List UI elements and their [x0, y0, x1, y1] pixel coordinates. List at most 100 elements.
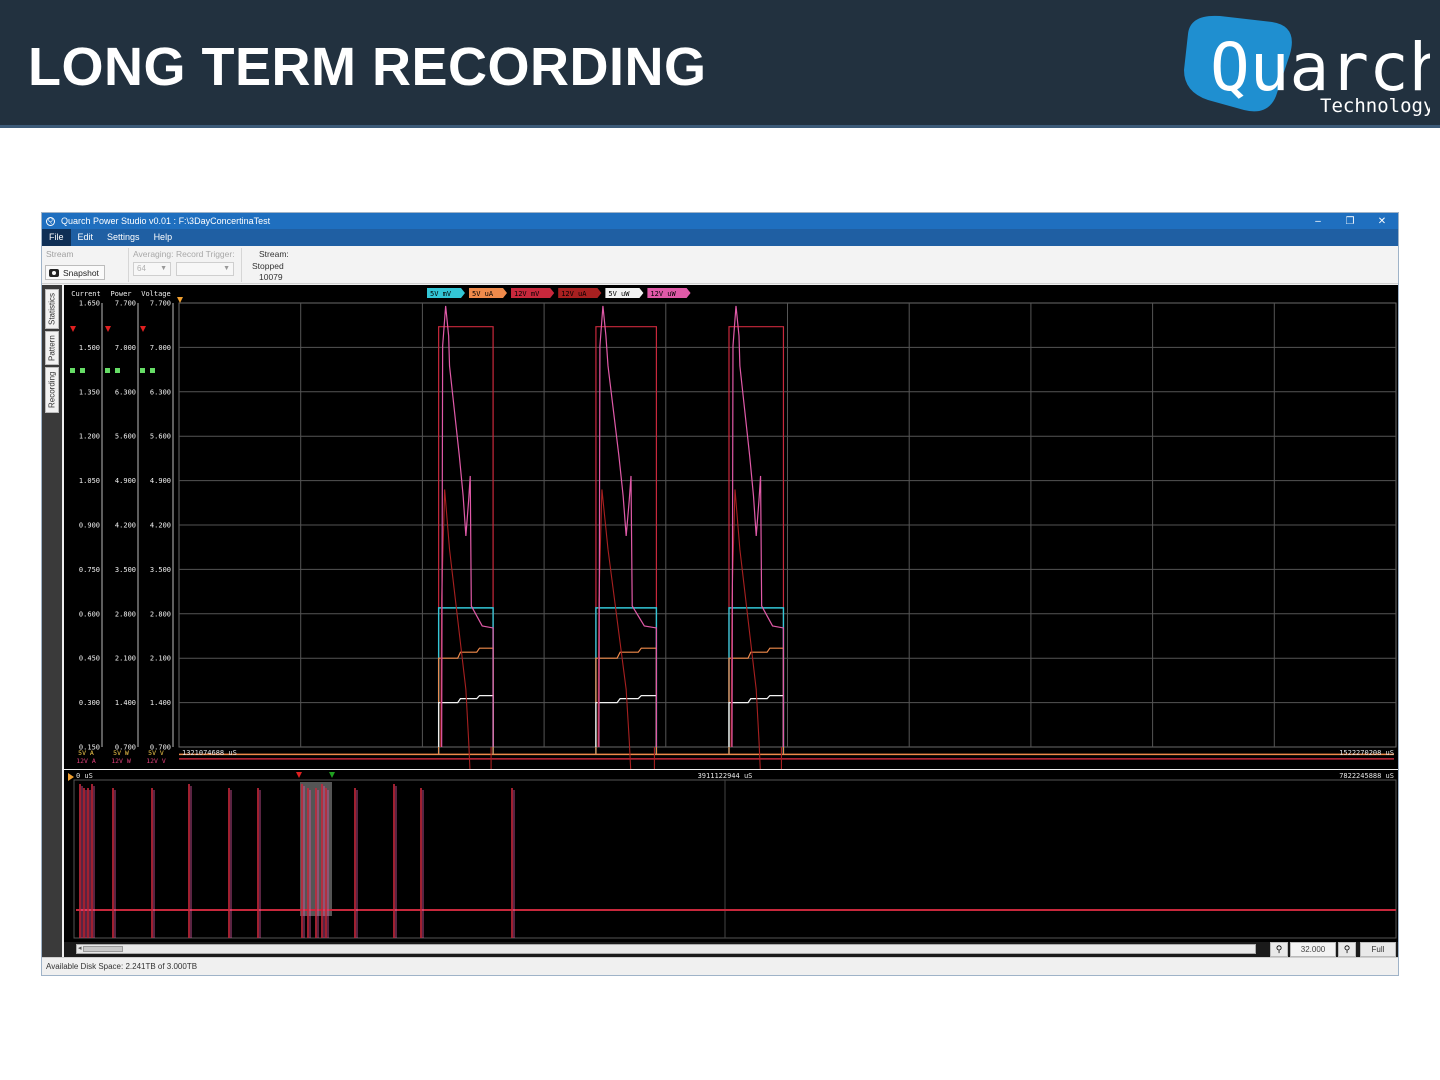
power-tick-label: 1.400 [115, 699, 136, 707]
current-tick-label: 1.350 [79, 388, 100, 396]
snapshot-label: Snapshot [63, 267, 99, 278]
camera-icon [49, 268, 59, 277]
power-unit-5v: 5V W [113, 749, 129, 757]
tab-recording[interactable]: Recording [45, 367, 59, 413]
power-tick-label: 3.500 [115, 566, 136, 574]
overview-time-mid: 3911122944 uS [698, 772, 753, 780]
current-tick-label: 1.650 [79, 300, 100, 308]
status-bar: Available Disk Space: 2.241TB of 3.000TB [42, 957, 1398, 975]
menu-file[interactable]: File [42, 229, 71, 246]
stream-status: Stopped [252, 261, 284, 271]
side-tab-strip: Statistics Pattern Recording [42, 285, 62, 957]
current-tick-label: 1.500 [79, 344, 100, 352]
snapshot-button[interactable]: Snapshot [45, 265, 105, 280]
restore-button[interactable]: ❐ [1334, 216, 1366, 227]
power-axis-title: Power [110, 290, 131, 298]
voltage-tick-label: 2.800 [150, 610, 171, 618]
overview-time-end: 7822245888 uS [1339, 772, 1394, 780]
slide-header: LONG TERM RECORDING Quarch Technology [0, 0, 1440, 128]
magnifier-icon: ⚲ [1275, 944, 1283, 954]
current-axis-title: Current [71, 290, 101, 298]
main-time-start: 1321074688 uS [182, 749, 237, 757]
toolbar-divider [241, 248, 242, 282]
power-tick-label: 4.900 [115, 477, 136, 485]
toolbar-divider [128, 248, 129, 282]
menu-help[interactable]: Help [147, 229, 180, 246]
current-channel-indicator[interactable] [70, 368, 75, 373]
power-tick-label: 4.200 [115, 522, 136, 530]
averaging-select[interactable]: 64 ▼ [133, 262, 171, 276]
voltage-tick-label: 1.400 [150, 699, 171, 707]
main-time-end: 1522270208 uS [1339, 749, 1394, 757]
zoom-full-button[interactable]: Full [1360, 942, 1396, 957]
timeline-scrollbar[interactable]: ◂ [76, 944, 1256, 954]
power-unit-12v: 12V W [111, 757, 131, 765]
power-tick-label: 6.300 [115, 388, 136, 396]
voltage-axis-title: Voltage [141, 290, 171, 298]
current-tick-label: 0.300 [79, 699, 100, 707]
averaging-value: 64 [137, 264, 146, 273]
menu-bar: File Edit Settings Help [42, 229, 1398, 246]
voltage-tick-label: 3.500 [150, 566, 171, 574]
power-tick-label: 5.600 [115, 433, 136, 441]
averaging-label: Averaging: [133, 249, 174, 259]
magnifier-icon: ⚲ [1343, 944, 1351, 954]
logo-subtext: Technology [1320, 95, 1430, 117]
current-unit-12v: 12V A [76, 757, 96, 765]
scroll-left-icon[interactable]: ◂ [78, 944, 82, 952]
stream-count: 10079 [259, 272, 283, 282]
minimize-button[interactable]: – [1302, 216, 1334, 227]
record-trigger-select[interactable]: ▼ [176, 262, 234, 276]
current-tick-label: 0.900 [79, 522, 100, 530]
voltage-channel-indicator[interactable] [150, 368, 155, 373]
app-icon: Q [46, 216, 55, 226]
current-channel-indicator[interactable] [80, 368, 85, 373]
legend-label: 12V mV [514, 290, 540, 298]
chevron-down-icon: ▼ [223, 265, 230, 272]
zoom-in-button[interactable]: ⚲ [1270, 942, 1288, 957]
voltage-tick-label: 6.300 [150, 388, 171, 396]
power-tick-label: 7.700 [115, 300, 136, 308]
voltage-channel-indicator[interactable] [140, 368, 145, 373]
voltage-unit-5v: 5V V [148, 749, 164, 757]
power-channel-indicator[interactable] [115, 368, 120, 373]
record-trigger-label: Record Trigger: [176, 249, 235, 259]
overview-chart[interactable]: 0 uS 3911122944 uS 7822245888 uS [64, 770, 1398, 942]
voltage-tick-label: 7.700 [150, 300, 171, 308]
power-tick-label: 2.100 [115, 655, 136, 663]
voltage-tick-label: 5.600 [150, 433, 171, 441]
quarch-logo: Quarch Technology [1184, 15, 1430, 117]
legend-label: 12V uA [561, 290, 587, 298]
legend-label: 5V uW [608, 290, 630, 298]
voltage-tick-label: 7.000 [150, 344, 171, 352]
current-unit-5v: 5V A [78, 749, 94, 757]
voltage-tick-label: 4.900 [150, 477, 171, 485]
power-channel-indicator[interactable] [105, 368, 110, 373]
scrollbar-thumb[interactable] [83, 946, 123, 952]
menu-settings[interactable]: Settings [100, 229, 147, 246]
disk-space-status: Available Disk Space: 2.241TB of 3.000TB [46, 962, 198, 971]
chevron-down-icon: ▼ [160, 265, 167, 272]
current-tick-label: 0.450 [79, 655, 100, 663]
toolbar: Stream Snapshot Averaging: 64 ▼ Record T… [42, 246, 1398, 284]
zoom-out-button[interactable]: ⚲ [1338, 942, 1356, 957]
current-tick-label: 0.600 [79, 610, 100, 618]
voltage-tick-label: 4.200 [150, 522, 171, 530]
overview-time-start: 0 uS [76, 772, 93, 780]
close-button[interactable]: ✕ [1366, 216, 1398, 227]
power-tick-label: 7.000 [115, 344, 136, 352]
slide-title: LONG TERM RECORDING [28, 37, 707, 97]
tab-statistics[interactable]: Statistics [45, 289, 59, 329]
zoom-value-field[interactable]: 32.000 [1290, 942, 1336, 957]
stream-label: Stream: [259, 249, 289, 259]
timeline-controls: ◂ ⚲ 32.000 ⚲ Full [64, 942, 1398, 958]
app-window: Q Quarch Power Studio v0.01 : F:\3DayCon… [41, 212, 1399, 976]
window-title: Quarch Power Studio v0.01 : F:\3DayConce… [61, 216, 271, 226]
menu-edit[interactable]: Edit [71, 229, 101, 246]
power-tick-label: 2.800 [115, 610, 136, 618]
stream-button[interactable]: Stream [46, 249, 73, 259]
main-chart[interactable]: Current 1.650 1.500 1.350 1.200 1.050 0.900 0.7… [64, 285, 1398, 769]
legend-label: 12V uW [650, 290, 676, 298]
tab-pattern[interactable]: Pattern [45, 331, 59, 365]
current-tick-label: 1.200 [79, 433, 100, 441]
